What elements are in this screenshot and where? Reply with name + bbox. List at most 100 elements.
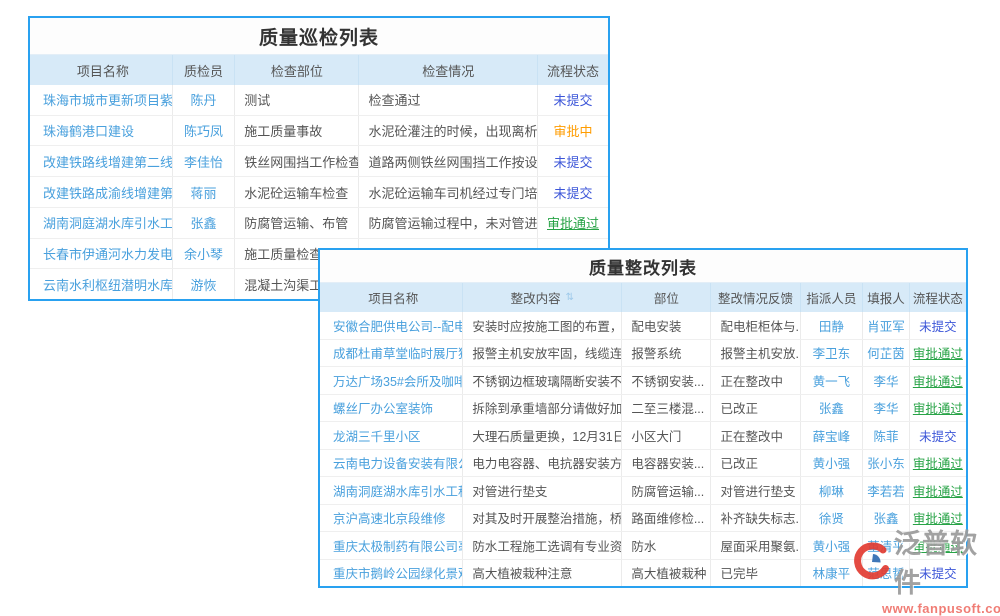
column-header-label: 整改情况反馈: [718, 288, 793, 307]
column-header: 整改情况反馈: [711, 283, 800, 312]
table-row: 重庆市鹅岭公园绿化景观提升...高大植被栽种注意高大植被栽种已完毕林康平范思哲未…: [320, 560, 966, 587]
text-cell: 防水: [622, 532, 711, 559]
table-row: 改建铁路成渝线增建第...蒋丽水泥砼运输车检查水泥砼运输车司机经过专门培训...…: [30, 177, 608, 208]
column-header-label: 检查情况: [422, 61, 474, 80]
link-cell[interactable]: 京沪高速北京段维修: [320, 505, 463, 532]
link-cell[interactable]: 余小琴: [173, 239, 235, 269]
rectification-table-header: 项目名称整改内容⇅部位整改情况反馈指派人员填报人流程状态: [320, 282, 966, 312]
text-cell: 正在整改中: [711, 422, 800, 449]
link-cell[interactable]: 李佳怡: [173, 146, 235, 176]
link-cell[interactable]: 李华: [863, 395, 910, 422]
rectification-table-title: 质量整改列表: [320, 250, 966, 282]
text-cell: 防腐管运输、布管: [235, 208, 359, 238]
link-cell[interactable]: 黄小强: [801, 532, 864, 559]
column-header: 流程状态: [538, 55, 608, 85]
status-cell[interactable]: 审批通过: [538, 208, 608, 238]
column-header-label: 质检员: [184, 61, 223, 80]
text-cell: 安装时应按施工图的布置，将...: [463, 312, 622, 339]
text-cell: 水泥砼灌注的时候，出现离析现象: [359, 116, 538, 146]
status-cell[interactable]: 审批通过: [910, 340, 966, 367]
link-cell[interactable]: 张鑫: [173, 208, 235, 238]
link-cell[interactable]: 薛宝峰: [801, 422, 864, 449]
link-cell[interactable]: 珠海市城市更新项目紫...: [30, 85, 173, 115]
text-cell: 补齐缺失标志...: [711, 505, 800, 532]
link-cell[interactable]: 张鑫: [801, 395, 864, 422]
column-header-label: 流程状态: [547, 61, 599, 80]
inspection-table-title: 质量巡检列表: [30, 18, 608, 54]
text-cell: 电容器安装...: [622, 450, 711, 477]
status-cell: 未提交: [910, 422, 966, 449]
link-cell[interactable]: 何芷茵: [863, 340, 910, 367]
table-row: 成都杜甫草堂临时展厅独立展...报警主机安放牢固，线缆连接...报警系统报警主机…: [320, 340, 966, 368]
link-cell[interactable]: 陈巧凤: [173, 116, 235, 146]
link-cell[interactable]: 范思哲: [863, 560, 910, 587]
link-cell[interactable]: 陈菲: [863, 422, 910, 449]
link-cell[interactable]: 张小东: [863, 450, 910, 477]
column-header[interactable]: 整改内容⇅: [463, 283, 622, 312]
link-cell[interactable]: 李卫东: [801, 340, 864, 367]
text-cell: 大理石质量更换，12月31日之...: [463, 422, 622, 449]
table-row: 湖南洞庭湖水库引水工程施工标对管进行垫支防腐管运输...对管进行垫支柳琳李若若审…: [320, 477, 966, 505]
inspection-table-header: 项目名称质检员检查部位检查情况流程状态: [30, 54, 608, 85]
text-cell: 报警主机安放牢固，线缆连接...: [463, 340, 622, 367]
status-cell[interactable]: 审批通过: [910, 532, 966, 559]
status-cell[interactable]: 审批通过: [910, 505, 966, 532]
text-cell: 防腐管运输过程中，未对管进行...: [359, 208, 538, 238]
link-cell[interactable]: 柳琳: [801, 477, 864, 504]
link-cell[interactable]: 黄小强: [801, 450, 864, 477]
column-header: 质检员: [173, 55, 235, 85]
text-cell: 水泥砼运输车司机经过专门培训...: [359, 177, 538, 207]
status-cell: 未提交: [910, 560, 966, 587]
text-cell: 拆除到承重墙部分请做好加固...: [463, 395, 622, 422]
status-cell[interactable]: 审批通过: [910, 395, 966, 422]
link-cell[interactable]: 游恢: [173, 269, 235, 299]
link-cell[interactable]: 云南电力设备安装有限公司20...: [320, 450, 463, 477]
link-cell[interactable]: 蒋丽: [173, 177, 235, 207]
link-cell[interactable]: 黄一飞: [801, 367, 864, 394]
status-cell: 审批中: [538, 116, 608, 146]
status-cell[interactable]: 审批通过: [910, 450, 966, 477]
link-cell[interactable]: 湖南洞庭湖水库引水工程施工标: [320, 477, 463, 504]
column-header-label: 检查部位: [271, 61, 323, 80]
watermark-url-text: www.fanpusoft.com: [882, 601, 1000, 616]
link-cell[interactable]: 徐贤: [801, 505, 864, 532]
link-cell[interactable]: 改建铁路成渝线增建第...: [30, 177, 173, 207]
link-cell[interactable]: 田静: [801, 312, 864, 339]
table-row: 珠海市城市更新项目紫...陈丹测试检查通过未提交: [30, 85, 608, 116]
rectification-list-panel: 质量整改列表 项目名称整改内容⇅部位整改情况反馈指派人员填报人流程状态 安徽合肥…: [318, 248, 968, 588]
rectification-table-body: 安徽合肥供电公司--配电设备...安装时应按施工图的布置，将...配电安装配电柜…: [320, 312, 966, 586]
link-cell[interactable]: 长春市伊通河水力发电...: [30, 239, 173, 269]
link-cell[interactable]: 肖亚军: [863, 312, 910, 339]
link-cell[interactable]: 李若若: [863, 477, 910, 504]
status-cell[interactable]: 审批通过: [910, 367, 966, 394]
link-cell[interactable]: 改建铁路线增建第二线...: [30, 146, 173, 176]
text-cell: 水泥砼运输车检查: [235, 177, 359, 207]
link-cell[interactable]: 螺丝厂办公室装饰: [320, 395, 463, 422]
link-cell[interactable]: 安徽合肥供电公司--配电设备...: [320, 312, 463, 339]
sort-icon[interactable]: ⇅: [566, 292, 574, 303]
table-row: 龙湖三千里小区大理石质量更换，12月31日之...小区大门正在整改中薛宝峰陈菲未…: [320, 422, 966, 450]
link-cell[interactable]: 龙湖三千里小区: [320, 422, 463, 449]
text-cell: 已完毕: [711, 560, 800, 587]
link-cell[interactable]: 珠海鹤港口建设: [30, 116, 173, 146]
link-cell[interactable]: 董清平: [863, 532, 910, 559]
link-cell[interactable]: 李华: [863, 367, 910, 394]
link-cell[interactable]: 林康平: [801, 560, 864, 587]
text-cell: 测试: [235, 85, 359, 115]
link-cell[interactable]: 湖南洞庭湖水库引水工...: [30, 208, 173, 238]
link-cell[interactable]: 张鑫: [863, 505, 910, 532]
table-row: 螺丝厂办公室装饰拆除到承重墙部分请做好加固...二至三楼混...已改正张鑫李华审…: [320, 395, 966, 423]
link-cell[interactable]: 万达广场35#会所及咖啡厅空...: [320, 367, 463, 394]
column-header-label: 项目名称: [368, 288, 418, 307]
status-cell[interactable]: 审批通过: [910, 477, 966, 504]
text-cell: 正在整改中: [711, 367, 800, 394]
table-row: 云南电力设备安装有限公司20...电力电容器、电抗器安装方案,...电容器安装.…: [320, 450, 966, 478]
link-cell[interactable]: 陈丹: [173, 85, 235, 115]
link-cell[interactable]: 云南水利枢纽潜明水库...: [30, 269, 173, 299]
link-cell[interactable]: 重庆太极制药有限公司亳州中...: [320, 532, 463, 559]
link-cell[interactable]: 成都杜甫草堂临时展厅独立展...: [320, 340, 463, 367]
column-header: 指派人员: [801, 283, 864, 312]
link-cell[interactable]: 重庆市鹅岭公园绿化景观提升...: [320, 560, 463, 587]
status-cell: 未提交: [538, 146, 608, 176]
column-header-label: 流程状态: [913, 288, 963, 307]
